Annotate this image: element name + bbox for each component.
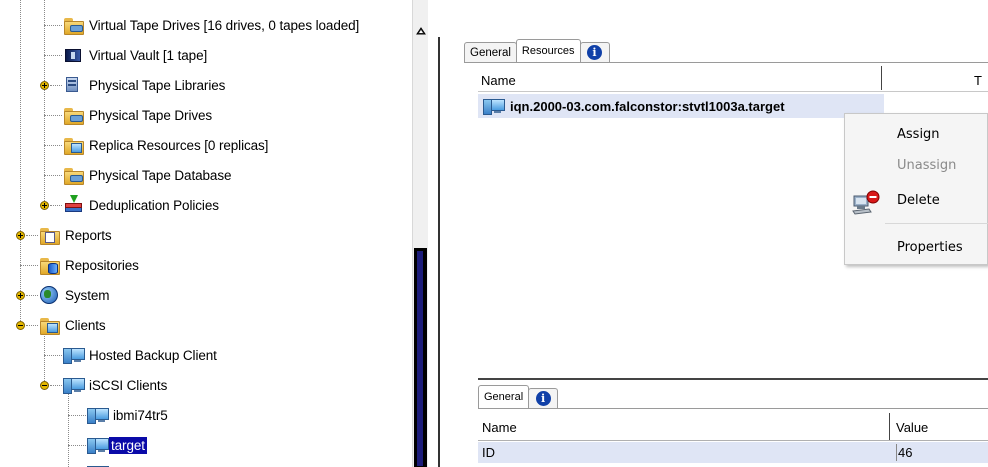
tree-item-iscsi-clients[interactable]: iSCSI Clients bbox=[62, 370, 167, 400]
collapse-icon[interactable] bbox=[39, 380, 50, 391]
tree-connector bbox=[26, 295, 38, 296]
expand-icon[interactable] bbox=[15, 290, 26, 301]
column-header-name[interactable]: Name bbox=[482, 420, 517, 435]
client-icon bbox=[482, 96, 505, 116]
tree-item-reports[interactable]: Reports bbox=[38, 220, 112, 250]
expand-icon[interactable] bbox=[39, 80, 50, 91]
tab-info[interactable]: i bbox=[528, 388, 559, 408]
tree-item-ibmi74tr5[interactable]: ibmi74tr5 bbox=[86, 400, 168, 430]
tree-connector bbox=[44, 55, 62, 56]
tree-connector bbox=[50, 85, 62, 86]
tree-connector bbox=[44, 175, 62, 176]
client-icon bbox=[86, 405, 109, 425]
tab-divider bbox=[464, 62, 988, 63]
deduplication-icon bbox=[62, 195, 84, 215]
table-row[interactable]: ID 46 bbox=[478, 442, 988, 463]
menu-item-delete[interactable]: Delete bbox=[897, 193, 940, 208]
column-header-value[interactable]: Value bbox=[896, 420, 928, 435]
tree-item-partial[interactable] bbox=[86, 458, 109, 467]
panel-splitter[interactable] bbox=[428, 0, 444, 467]
client-icon bbox=[62, 375, 85, 395]
column-header-type[interactable]: T bbox=[974, 73, 982, 88]
repositories-folder-icon bbox=[38, 255, 60, 275]
column-divider[interactable] bbox=[881, 66, 882, 90]
globe-icon bbox=[38, 285, 60, 305]
property-name: ID bbox=[482, 445, 495, 460]
tree-connector bbox=[26, 235, 38, 236]
tree-connector bbox=[44, 25, 62, 26]
tab-divider bbox=[478, 408, 988, 409]
header-divider bbox=[478, 440, 988, 441]
menu-item-properties[interactable]: Properties bbox=[897, 240, 963, 255]
tree-item-replica-resources[interactable]: Replica Resources [0 replicas] bbox=[62, 130, 268, 160]
tree-connector bbox=[50, 205, 62, 206]
vault-icon bbox=[62, 45, 84, 65]
menu-item-assign[interactable]: Assign bbox=[897, 127, 940, 142]
section-divider bbox=[478, 378, 988, 380]
properties-tabbar: General i bbox=[478, 382, 559, 408]
tree-connector bbox=[44, 115, 62, 116]
tree-connector bbox=[44, 355, 62, 356]
tree-item-physical-tape-libraries[interactable]: Physical Tape Libraries bbox=[62, 70, 225, 100]
tree-item-system[interactable]: System bbox=[38, 280, 110, 310]
menu-item-unassign[interactable]: Unassign bbox=[897, 158, 956, 173]
tape-drives-folder-icon bbox=[62, 15, 84, 35]
tape-database-folder-icon bbox=[62, 165, 84, 185]
info-icon: i bbox=[535, 391, 551, 406]
reports-folder-icon bbox=[38, 225, 60, 245]
menu-separator bbox=[885, 223, 988, 224]
scrollbar-thumb[interactable] bbox=[414, 248, 427, 467]
navigation-tree: Virtual Tape Drives [16 drives, 0 tapes … bbox=[0, 0, 412, 467]
tree-connector bbox=[26, 325, 38, 326]
tree-connector bbox=[68, 445, 86, 446]
tree-connector bbox=[44, 145, 62, 146]
property-value: 46 bbox=[898, 445, 913, 460]
tape-library-icon bbox=[62, 75, 84, 95]
tree-item-hosted-backup-client[interactable]: Hosted Backup Client bbox=[62, 340, 217, 370]
tree-item-clients[interactable]: Clients bbox=[38, 310, 106, 340]
client-icon bbox=[86, 463, 109, 467]
client-icon bbox=[62, 345, 85, 365]
tree-connector bbox=[20, 0, 21, 325]
tree-item-virtual-vault[interactable]: Virtual Vault [1 tape] bbox=[62, 40, 207, 70]
resources-tabbar: General Resources i bbox=[464, 36, 610, 62]
tree-item-deduplication-policies[interactable]: Deduplication Policies bbox=[62, 190, 219, 220]
properties-header: Name Value bbox=[478, 417, 988, 438]
tab-general[interactable]: General bbox=[478, 385, 530, 408]
header-divider bbox=[478, 91, 988, 92]
tree-item-target[interactable]: target bbox=[86, 430, 147, 460]
context-menu: Assign Unassign Delete Properties bbox=[844, 113, 988, 265]
tab-info[interactable]: i bbox=[579, 42, 610, 62]
tree-item-virtual-tape-drives[interactable]: Virtual Tape Drives [16 drives, 0 tapes … bbox=[62, 10, 359, 40]
tree-connector bbox=[50, 385, 62, 386]
cell-divider bbox=[896, 444, 897, 461]
tab-resources[interactable]: Resources bbox=[515, 39, 581, 62]
info-icon: i bbox=[587, 45, 602, 60]
tree-item-physical-tape-drives[interactable]: Physical Tape Drives bbox=[62, 100, 212, 130]
tree-connector bbox=[20, 265, 38, 266]
client-icon bbox=[86, 435, 109, 455]
tree-scrollbar[interactable] bbox=[412, 0, 428, 467]
tree-item-physical-tape-database[interactable]: Physical Tape Database bbox=[62, 160, 232, 190]
table-row[interactable]: iqn.2000-03.com.falconstor:stvtl1003a.ta… bbox=[478, 94, 884, 118]
expand-icon[interactable] bbox=[15, 230, 26, 241]
collapse-icon[interactable] bbox=[15, 320, 26, 331]
expand-icon[interactable] bbox=[39, 200, 50, 211]
tab-general[interactable]: General bbox=[464, 42, 517, 62]
tape-drives-folder-icon bbox=[62, 105, 84, 125]
tree-connector bbox=[68, 390, 69, 467]
tree-item-repositories[interactable]: Repositories bbox=[38, 250, 139, 280]
scroll-up-icon[interactable] bbox=[415, 25, 427, 37]
replica-folder-icon bbox=[62, 135, 84, 155]
delete-client-icon bbox=[852, 190, 880, 215]
clients-folder-icon bbox=[38, 315, 60, 335]
column-header-name[interactable]: Name bbox=[481, 73, 516, 88]
column-divider[interactable] bbox=[889, 413, 890, 440]
tree-connector bbox=[68, 415, 86, 416]
